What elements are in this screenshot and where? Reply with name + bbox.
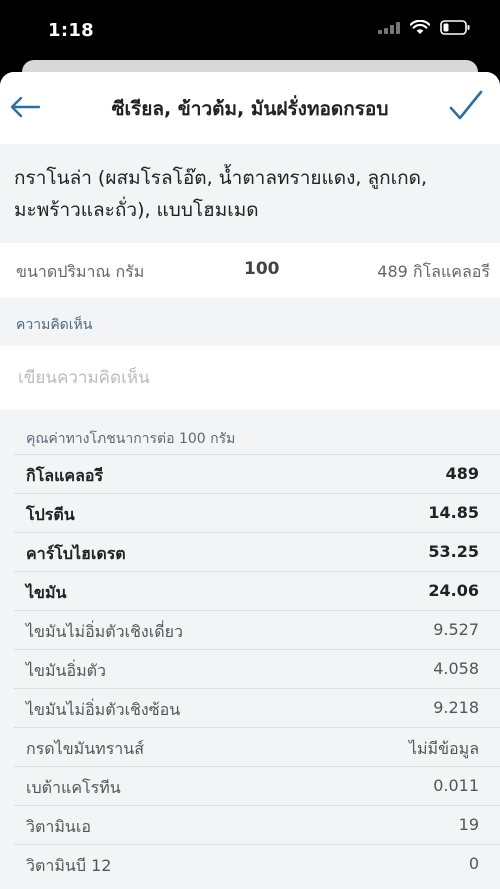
nutrient-value: 53.25: [428, 542, 479, 561]
nutrient-label: ไขมันอิ่มตัว: [26, 661, 106, 680]
back-arrow-icon[interactable]: [8, 90, 42, 124]
wifi-icon: [410, 20, 430, 34]
nutrition-row-calories: กิโลแคลอรี 489: [14, 454, 500, 493]
nutrient-value: 19: [458, 815, 479, 834]
nutrition-row-protein: โปรตีน 14.85: [14, 493, 500, 532]
nutrition-row-saturated-fat: ไขมันอิ่มตัว 4.058: [14, 649, 500, 688]
nutrient-label: วิตามินบี 12: [26, 856, 112, 875]
battery-icon: [440, 20, 470, 35]
nutrition-row-monounsaturated-fat: ไขมันไม่อิ่มตัวเชิงเดี่ยว 9.527: [14, 610, 500, 649]
nutrient-value: 9.218: [433, 698, 479, 717]
nutrient-label: คาร์โบไฮเดรต: [26, 544, 126, 563]
nutrient-value: 489: [445, 464, 479, 483]
nutrition-row-trans-fat: กรดไขมันทรานส์ ไม่มีข้อมูล: [14, 727, 500, 766]
cellular-signal-icon: [378, 21, 400, 34]
serving-size-label: ขนาดปริมาณ กรัม: [16, 262, 145, 281]
food-name-section: กราโนล่า (ผสมโรลโอ๊ต, น้ำตาลทรายแดง, ลูก…: [0, 144, 500, 244]
nutrition-row-carbohydrate: คาร์โบไฮเดรต 53.25: [14, 532, 500, 571]
nutrient-label: วิตามินเอ: [26, 817, 91, 836]
nutrition-row-vitamin-a: วิตามินเอ 19: [14, 805, 500, 844]
food-name: กราโนล่า (ผสมโรลโอ๊ต, น้ำตาลทรายแดง, ลูก…: [14, 167, 427, 221]
food-detail-sheet: ซีเรียล, ข้าวต้ม, มันฝรั่งทอดกรอบ กราโนล…: [0, 72, 500, 889]
nutrient-value: 0.011: [433, 776, 479, 795]
comment-section-header: ความคิดเห็น: [0, 298, 500, 346]
nutrient-label: ไขมันไม่อิ่มตัวเชิงซ้อน: [26, 700, 181, 719]
nutrient-label: ไขมันไม่อิ่มตัวเชิงเดี่ยว: [26, 622, 183, 641]
serving-size-value[interactable]: 100: [244, 259, 280, 279]
page-title: ซีเรียล, ข้าวต้ม, มันฝรั่งทอดกรอบ: [111, 98, 389, 120]
nutrient-label: กรดไขมันทรานส์: [26, 739, 144, 758]
nutrient-value: 0: [468, 854, 479, 873]
nutrition-list: กิโลแคลอรี 489 โปรตีน 14.85 คาร์โบไฮเดรต…: [0, 454, 500, 883]
nutrient-value: 14.85: [428, 503, 479, 522]
nutrition-row-fat: ไขมัน 24.06: [14, 571, 500, 610]
nutrient-label: เบต้าแคโรทีน: [26, 778, 121, 797]
nutrition-row-beta-carotene: เบต้าแคโรทีน 0.011: [14, 766, 500, 805]
comment-input[interactable]: [0, 346, 500, 410]
nutrition-section: คุณค่าทางโภชนาการต่อ 100 กรัม กิโลแคลอรี…: [0, 410, 500, 889]
nutrition-row-polyunsaturated-fat: ไขมันไม่อิ่มตัวเชิงซ้อน 9.218: [14, 688, 500, 727]
nutrient-label: กิโลแคลอรี: [26, 466, 104, 485]
serving-calories: 489 กิโลแคลอรี: [377, 262, 490, 281]
comment-header-label: ความคิดเห็น: [16, 317, 93, 333]
navigation-bar: ซีเรียล, ข้าวต้ม, มันฝรั่งทอดกรอบ: [0, 72, 500, 144]
checkmark-icon[interactable]: [448, 88, 484, 124]
serving-size-row[interactable]: ขนาดปริมาณ กรัม 100 489 กิโลแคลอรี: [0, 243, 500, 298]
nutrition-header: คุณค่าทางโภชนาการต่อ 100 กรัม: [26, 431, 236, 447]
status-icons: [378, 20, 470, 35]
nutrient-label: โปรตีน: [26, 505, 75, 524]
status-bar: 1:18: [0, 0, 500, 62]
nutrient-value: 9.527: [433, 620, 479, 639]
status-time: 1:18: [48, 20, 94, 41]
nutrition-row-vitamin-b12: วิตามินบี 12 0: [14, 844, 500, 883]
nutrient-value: 4.058: [433, 659, 479, 678]
nutrient-value: ไม่มีข้อมูล: [408, 739, 479, 758]
nutrient-label: ไขมัน: [26, 583, 67, 602]
nutrient-value: 24.06: [428, 581, 479, 600]
